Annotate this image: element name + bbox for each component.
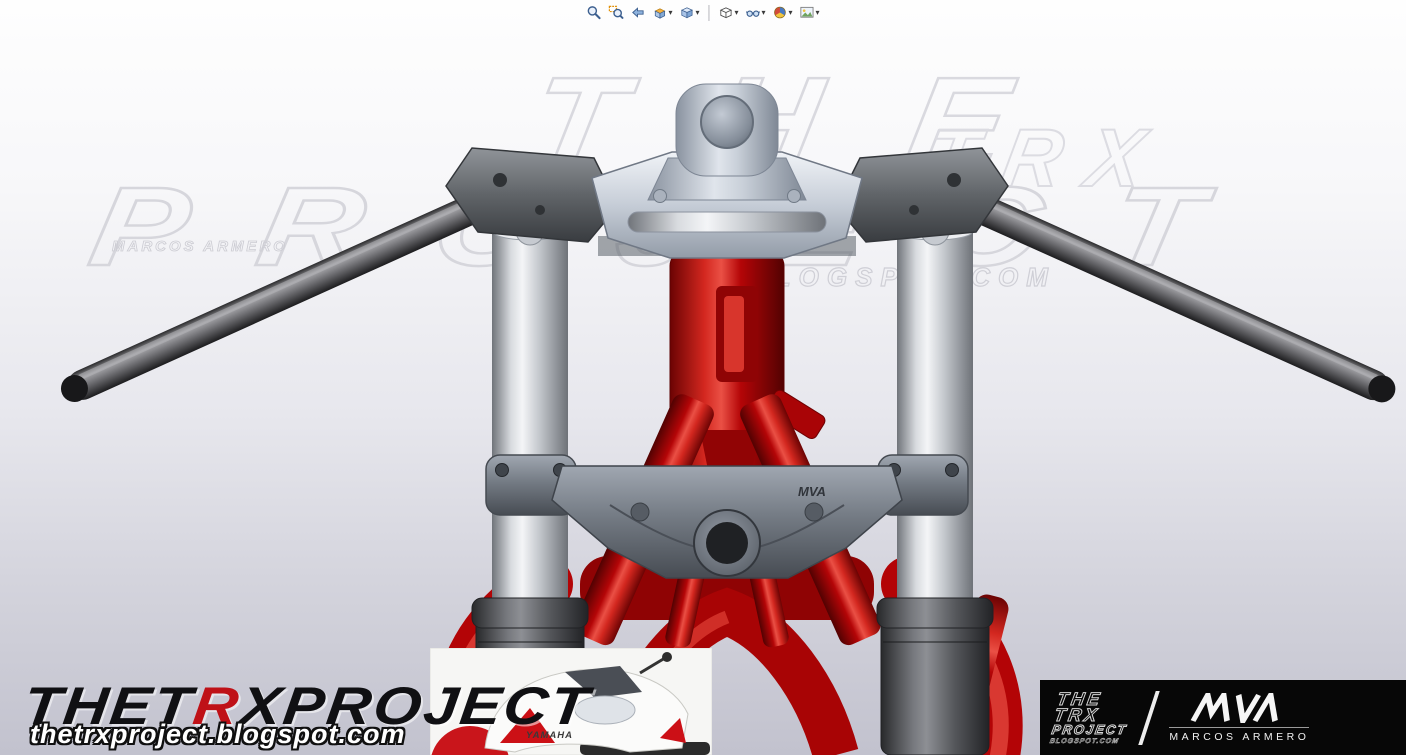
- previous-view-button[interactable]: [628, 4, 647, 21]
- dropdown-arrow-icon[interactable]: ▾: [789, 8, 793, 17]
- display-style-icon: [718, 5, 733, 20]
- edit-appearance-button[interactable]: ▾: [771, 4, 795, 21]
- zoom-to-fit-button[interactable]: [584, 4, 603, 21]
- dropdown-arrow-icon[interactable]: ▾: [762, 8, 766, 17]
- toolbar-separator: [708, 4, 710, 21]
- dropdown-arrow-icon[interactable]: ▾: [816, 8, 820, 17]
- edit-appearance-icon: [773, 5, 788, 20]
- view-orientation-icon: [679, 5, 694, 20]
- apply-scene-icon: [800, 5, 815, 20]
- model-3d[interactable]: MVA: [0, 0, 1406, 755]
- footer-divider: [1138, 690, 1161, 745]
- apply-scene-button[interactable]: ▾: [798, 4, 822, 21]
- dropdown-arrow-icon[interactable]: ▾: [668, 8, 672, 17]
- footer-logo-line: BLOGSPOT.COM: [1049, 738, 1120, 746]
- credit-name: MARCOS ARMERO: [1169, 726, 1310, 743]
- footer-url: thetrxproject.blogspot.com: [30, 719, 406, 749]
- footer-logo-stack: THE TRX PROJECT BLOGSPOT.COM: [1049, 689, 1134, 746]
- upper-triple-clamp: [445, 83, 1009, 259]
- previous-view-icon: [630, 5, 645, 20]
- view-orientation-button[interactable]: ▾: [677, 4, 701, 21]
- view-toolbar: ▾ ▾ ▾ ▾ ▾ ▾: [580, 3, 825, 22]
- footer-logo-line: PROJECT: [1050, 722, 1129, 738]
- dropdown-arrow-icon[interactable]: ▾: [734, 8, 738, 17]
- footer-credit: MARCOS ARMERO: [1169, 692, 1310, 743]
- section-view-button[interactable]: ▾: [650, 4, 674, 21]
- clamp-logo-text: MVA: [798, 484, 826, 499]
- dropdown-arrow-icon[interactable]: ▾: [695, 8, 699, 17]
- hide-show-items-button[interactable]: ▾: [744, 4, 768, 21]
- cad-viewport[interactable]: THE TRX PROJECT BLOGSPOT.COM MARCOS ARME…: [0, 0, 1406, 755]
- zoom-to-fit-icon: [586, 5, 601, 20]
- display-style-button[interactable]: ▾: [716, 4, 740, 21]
- zoom-to-area-icon: [608, 5, 624, 20]
- zoom-to-area-button[interactable]: [606, 4, 625, 21]
- footer-credit-bar: THE TRX PROJECT BLOGSPOT.COM MARCOS ARMERO: [1040, 680, 1406, 755]
- mirror-shape: [662, 652, 672, 662]
- mva-logo-icon: [1191, 692, 1279, 723]
- hide-show-items-icon: [745, 5, 761, 20]
- section-view-icon: [652, 5, 667, 20]
